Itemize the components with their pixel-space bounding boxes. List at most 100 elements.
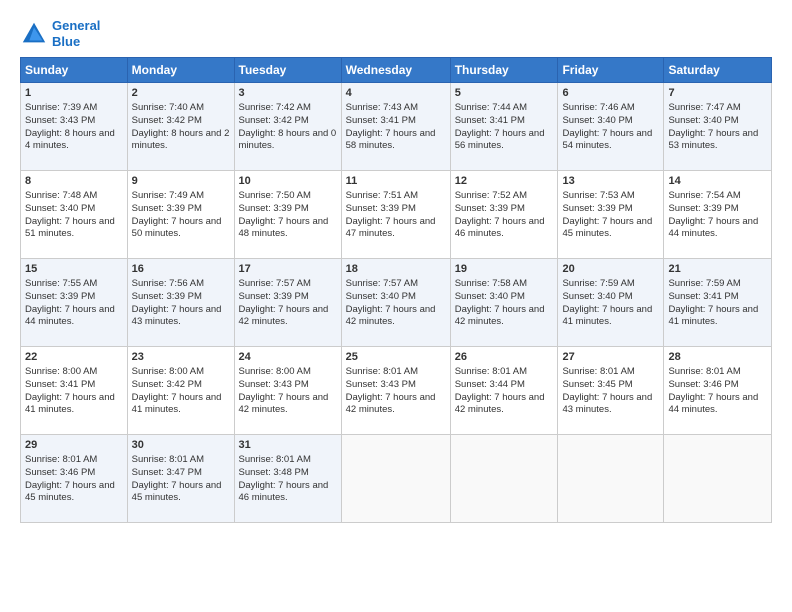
calendar-cell: 5Sunrise: 7:44 AMSunset: 3:41 PMDaylight… (450, 83, 558, 171)
sunrise-text: Sunrise: 7:55 AM (25, 278, 97, 289)
calendar-header-saturday: Saturday (664, 58, 772, 83)
sunset-text: Sunset: 3:39 PM (132, 203, 202, 214)
sunrise-text: Sunrise: 8:01 AM (562, 366, 634, 377)
logo: General Blue (20, 18, 100, 49)
sunrise-text: Sunrise: 7:46 AM (562, 102, 634, 113)
calendar-cell: 23Sunrise: 8:00 AMSunset: 3:42 PMDayligh… (127, 347, 234, 435)
sunrise-text: Sunrise: 7:47 AM (668, 102, 740, 113)
calendar-cell: 30Sunrise: 8:01 AMSunset: 3:47 PMDayligh… (127, 435, 234, 523)
sunset-text: Sunset: 3:43 PM (239, 379, 309, 390)
sunset-text: Sunset: 3:43 PM (25, 115, 95, 126)
page: General Blue SundayMondayTuesdayWednesda… (0, 0, 792, 612)
sunrise-text: Sunrise: 8:00 AM (25, 366, 97, 377)
calendar-cell: 25Sunrise: 8:01 AMSunset: 3:43 PMDayligh… (341, 347, 450, 435)
calendar-cell: 28Sunrise: 8:01 AMSunset: 3:46 PMDayligh… (664, 347, 772, 435)
calendar-week-4: 22Sunrise: 8:00 AMSunset: 3:41 PMDayligh… (21, 347, 772, 435)
sunrise-text: Sunrise: 7:40 AM (132, 102, 204, 113)
sunrise-text: Sunrise: 7:51 AM (346, 190, 418, 201)
sunrise-text: Sunrise: 8:01 AM (239, 454, 311, 465)
calendar-cell: 3Sunrise: 7:42 AMSunset: 3:42 PMDaylight… (234, 83, 341, 171)
sunrise-text: Sunrise: 7:44 AM (455, 102, 527, 113)
day-number: 15 (25, 262, 123, 277)
logo-general: General (52, 18, 100, 33)
daylight-text: Daylight: 7 hours and 50 minutes. (132, 216, 222, 240)
calendar-week-1: 1Sunrise: 7:39 AMSunset: 3:43 PMDaylight… (21, 83, 772, 171)
daylight-text: Daylight: 7 hours and 43 minutes. (562, 392, 652, 416)
day-number: 10 (239, 174, 337, 189)
calendar-cell: 16Sunrise: 7:56 AMSunset: 3:39 PMDayligh… (127, 259, 234, 347)
calendar-cell: 12Sunrise: 7:52 AMSunset: 3:39 PMDayligh… (450, 171, 558, 259)
daylight-text: Daylight: 7 hours and 54 minutes. (562, 128, 652, 152)
calendar-cell: 29Sunrise: 8:01 AMSunset: 3:46 PMDayligh… (21, 435, 128, 523)
calendar-cell: 4Sunrise: 7:43 AMSunset: 3:41 PMDaylight… (341, 83, 450, 171)
daylight-text: Daylight: 7 hours and 42 minutes. (455, 392, 545, 416)
calendar-cell: 15Sunrise: 7:55 AMSunset: 3:39 PMDayligh… (21, 259, 128, 347)
calendar-header-wednesday: Wednesday (341, 58, 450, 83)
day-number: 22 (25, 350, 123, 365)
calendar-cell: 6Sunrise: 7:46 AM Sunset: 3:40 PM Daylight… (558, 83, 664, 171)
sunset-text: Sunset: 3:39 PM (132, 291, 202, 302)
calendar-cell: 14Sunrise: 7:54 AMSunset: 3:39 PMDayligh… (664, 171, 772, 259)
day-number: 6 (562, 86, 659, 101)
day-number: 23 (132, 350, 230, 365)
day-number: 19 (455, 262, 554, 277)
day-number: 12 (455, 174, 554, 189)
calendar-cell: 13Sunrise: 7:53 AMSunset: 3:39 PMDayligh… (558, 171, 664, 259)
sunrise-text: Sunrise: 7:52 AM (455, 190, 527, 201)
calendar-cell: 8Sunrise: 7:48 AMSunset: 3:40 PMDaylight… (21, 171, 128, 259)
sunrise-text: Sunrise: 7:48 AM (25, 190, 97, 201)
calendar-cell: 26Sunrise: 8:01 AMSunset: 3:44 PMDayligh… (450, 347, 558, 435)
sunrise-text: Sunrise: 8:01 AM (132, 454, 204, 465)
logo-icon (20, 20, 48, 48)
header: General Blue (20, 18, 772, 49)
sunrise-text: Sunrise: 7:43 AM (346, 102, 418, 113)
sunset-text: Sunset: 3:40 PM (562, 291, 632, 302)
sunset-text: Sunset: 3:43 PM (346, 379, 416, 390)
calendar-cell: 10Sunrise: 7:50 AMSunset: 3:39 PMDayligh… (234, 171, 341, 259)
sunset-text: Sunset: 3:48 PM (239, 467, 309, 478)
daylight-text: Daylight: 7 hours and 45 minutes. (25, 480, 115, 504)
day-number: 8 (25, 174, 123, 189)
logo-text: General Blue (52, 18, 100, 49)
sunset-text: Sunset: 3:41 PM (668, 291, 738, 302)
daylight-text: Daylight: 7 hours and 48 minutes. (239, 216, 329, 240)
calendar-cell: 27Sunrise: 8:01 AMSunset: 3:45 PMDayligh… (558, 347, 664, 435)
sunrise-text: Sunrise: 7:57 AM (346, 278, 418, 289)
daylight-text: Daylight: 7 hours and 46 minutes. (239, 480, 329, 504)
sunset-text: Sunset: 3:40 PM (562, 115, 632, 126)
sunset-text: Sunset: 3:39 PM (239, 291, 309, 302)
daylight-text: Daylight: 7 hours and 45 minutes. (132, 480, 222, 504)
sunset-text: Sunset: 3:39 PM (668, 203, 738, 214)
sunset-text: Sunset: 3:46 PM (668, 379, 738, 390)
daylight-text: Daylight: 7 hours and 43 minutes. (132, 304, 222, 328)
sunrise-text: Sunrise: 7:49 AM (132, 190, 204, 201)
sunrise-text: Sunrise: 8:00 AM (132, 366, 204, 377)
calendar-cell: 2Sunrise: 7:40 AMSunset: 3:42 PMDaylight… (127, 83, 234, 171)
sunset-text: Sunset: 3:40 PM (668, 115, 738, 126)
day-number: 7 (668, 86, 767, 101)
sunset-text: Sunset: 3:42 PM (132, 379, 202, 390)
calendar-cell: 21Sunrise: 7:59 AMSunset: 3:41 PMDayligh… (664, 259, 772, 347)
daylight-text: Daylight: 7 hours and 42 minutes. (346, 392, 436, 416)
sunrise-text: Sunrise: 7:59 AM (668, 278, 740, 289)
sunset-text: Sunset: 3:45 PM (562, 379, 632, 390)
calendar-cell: 17Sunrise: 7:57 AMSunset: 3:39 PMDayligh… (234, 259, 341, 347)
calendar-cell (341, 435, 450, 523)
sunrise-text: Sunrise: 8:01 AM (25, 454, 97, 465)
sunset-text: Sunset: 3:42 PM (239, 115, 309, 126)
sunset-text: Sunset: 3:46 PM (25, 467, 95, 478)
sunrise-text: Sunrise: 8:01 AM (668, 366, 740, 377)
calendar-cell (450, 435, 558, 523)
daylight-text: Daylight: 7 hours and 45 minutes. (562, 216, 652, 240)
daylight-text: Daylight: 7 hours and 41 minutes. (668, 304, 758, 328)
calendar-header-sunday: Sunday (21, 58, 128, 83)
daylight-text: Daylight: 7 hours and 42 minutes. (239, 304, 329, 328)
sunrise-text: Sunrise: 8:01 AM (455, 366, 527, 377)
calendar-table: SundayMondayTuesdayWednesdayThursdayFrid… (20, 57, 772, 523)
sunrise-text: Sunrise: 7:42 AM (239, 102, 311, 113)
sunset-text: Sunset: 3:41 PM (455, 115, 525, 126)
daylight-text: Daylight: 7 hours and 51 minutes. (25, 216, 115, 240)
daylight-text: Daylight: 7 hours and 58 minutes. (346, 128, 436, 152)
daylight-text: Daylight: 7 hours and 41 minutes. (562, 304, 652, 328)
sunset-text: Sunset: 3:39 PM (455, 203, 525, 214)
